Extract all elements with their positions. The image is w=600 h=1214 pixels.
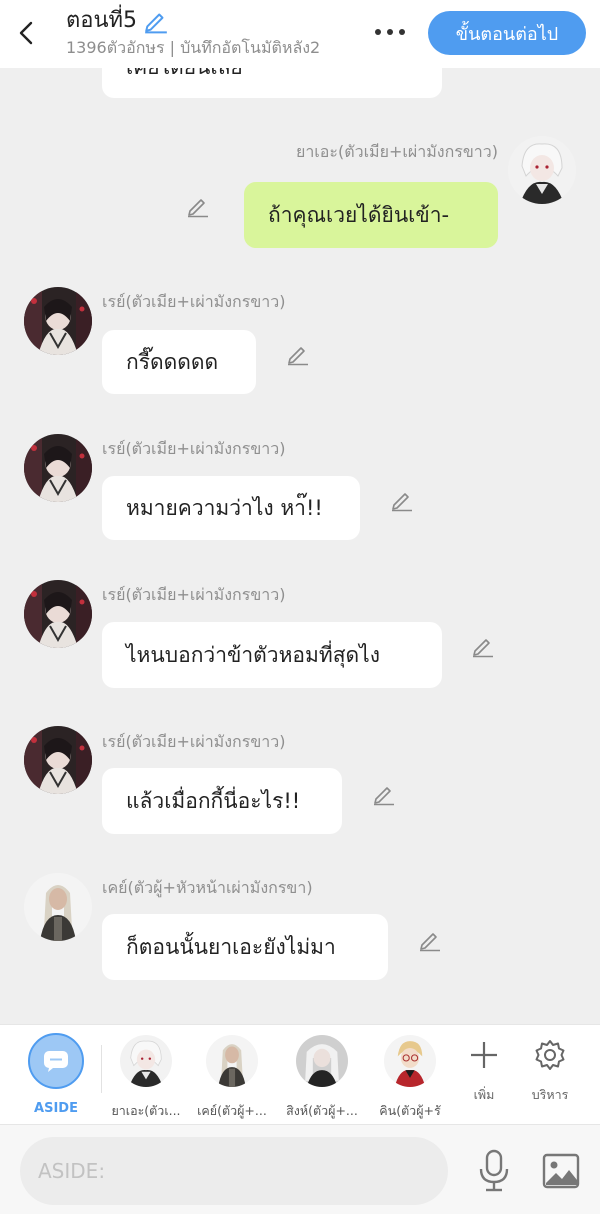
chat-area: เคยได้ยินเลย ยาเอะ(ตัวเมีย+เผ่ามังกรขาว)… <box>0 0 600 1024</box>
character-label: เคย์(ตัวผู้+... <box>197 1103 267 1118</box>
avatar <box>206 1035 258 1087</box>
character-label: ยาเอะ(ตัวเ... <box>111 1103 181 1118</box>
chevron-left-icon <box>19 21 33 45</box>
plus-icon <box>471 1042 497 1068</box>
character-kin[interactable]: คิน(ตัวผู้+รั <box>370 1035 450 1121</box>
microphone-icon[interactable] <box>476 1149 512 1193</box>
avatar[interactable] <box>24 873 92 941</box>
back-button[interactable] <box>14 16 38 50</box>
message-text: ก็ตอนนั้นยาเอะยังไม่มา <box>126 934 336 959</box>
avatar-image <box>24 726 92 794</box>
avatar[interactable] <box>24 287 92 355</box>
avatar-image <box>24 873 92 941</box>
episode-subtitle: 1396ตัวอักษร | บันทึกอัตโนมัติหลัง2 <box>66 38 321 57</box>
sender-name: เรย์(ตัวเมีย+เผ่ามังกรขาว) <box>102 585 286 604</box>
dot-icon <box>375 29 381 35</box>
edit-pencil-icon[interactable] <box>390 488 414 512</box>
character-kay[interactable]: เคย์(ตัวผู้+... <box>192 1035 272 1121</box>
avatar[interactable] <box>24 726 92 794</box>
divider <box>101 1045 102 1093</box>
episode-title-row[interactable]: ตอนที่5 <box>66 6 320 36</box>
avatar <box>384 1035 436 1087</box>
add-label: เพิ่ม <box>473 1087 495 1102</box>
aside-label: ASIDE <box>34 1101 78 1116</box>
dot-icon <box>399 29 405 35</box>
character-label: คิน(ตัวผู้+รั <box>379 1103 441 1118</box>
avatar-image <box>24 434 92 502</box>
avatar-image <box>206 1035 258 1087</box>
avatar-image <box>296 1035 348 1087</box>
dot-icon <box>387 29 393 35</box>
message-bubble[interactable]: แล้วเมื่อกกี้นี่อะไร!! <box>102 768 342 834</box>
image-icon[interactable] <box>542 1153 580 1189</box>
title-block: ตอนที่5 1396ตัวอักษร | บันทึกอัตโนมัติหล… <box>66 6 320 59</box>
message-bubble[interactable]: กรี๊ดดดดด <box>102 330 256 394</box>
message-bubble-own[interactable]: ถ้าคุณเวยได้ยินเข้า- <box>244 182 498 248</box>
avatar-image <box>120 1035 172 1087</box>
sender-name: เรย์(ตัวเมีย+เผ่ามังกรขาว) <box>102 292 286 311</box>
avatar-image <box>24 580 92 648</box>
message-text: หมายความว่าไง หา๊!! <box>126 495 323 520</box>
message-text: ไหนบอกว่าข้าตัวหอมที่สุดไง <box>126 642 380 667</box>
episode-title: ตอนที่5 <box>66 8 138 33</box>
sender-name: เรย์(ตัวเมีย+เผ่ามังกรขาว) <box>102 732 286 751</box>
edit-pencil-icon[interactable] <box>471 634 495 658</box>
avatar <box>296 1035 348 1087</box>
message-input[interactable] <box>20 1137 448 1205</box>
aside-circle <box>28 1033 84 1089</box>
manage-label: บริหาร <box>531 1087 569 1102</box>
message-text: แล้วเมื่อกกี้นี่อะไร!! <box>126 788 301 813</box>
avatar[interactable] <box>508 136 576 204</box>
message-bubble[interactable]: ก็ตอนนั้นยาเอะยังไม่มา <box>102 914 388 980</box>
message-text: ถ้าคุณเวยได้ยินเข้า- <box>268 202 450 227</box>
add-character-button[interactable]: เพิ่ม <box>454 1039 514 1105</box>
avatar-image <box>24 287 92 355</box>
character-sing[interactable]: สิงห์(ตัวผู้+... <box>282 1035 362 1121</box>
sender-name: เคย์(ตัวผู้+หัวหน้าเผ่ามังกรขา) <box>102 878 313 897</box>
character-label: สิงห์(ตัวผู้+... <box>286 1103 358 1118</box>
next-step-button[interactable]: ขั้นตอนต่อไป <box>428 11 586 55</box>
sender-name: เรย์(ตัวเมีย+เผ่ามังกรขาว) <box>102 439 286 458</box>
aside-selector[interactable]: ASIDE <box>28 1033 84 1116</box>
avatar-image <box>508 136 576 204</box>
edit-pencil-icon[interactable] <box>286 342 310 366</box>
avatar <box>120 1035 172 1087</box>
top-bar: ตอนที่5 1396ตัวอักษร | บันทึกอัตโนมัติหล… <box>0 0 600 68</box>
speech-bubble-icon <box>44 1051 68 1072</box>
message-text: กรี๊ดดดดด <box>126 349 219 374</box>
manage-button[interactable]: บริหาร <box>520 1039 580 1105</box>
character-yae[interactable]: ยาเอะ(ตัวเ... <box>106 1035 186 1121</box>
edit-pencil-icon[interactable] <box>418 928 442 952</box>
composer-bar <box>0 1124 600 1214</box>
edit-pencil-icon[interactable] <box>372 782 396 806</box>
character-selector-bar: ASIDE ยาเอะ(ตัวเ... เคย์(ตัวผู้+... สิงห… <box>0 1024 600 1124</box>
avatar[interactable] <box>24 580 92 648</box>
gear-icon <box>535 1040 565 1070</box>
edit-title-pencil-icon[interactable] <box>143 8 169 34</box>
avatar[interactable] <box>24 434 92 502</box>
avatar-image <box>384 1035 436 1087</box>
message-bubble[interactable]: หมายความว่าไง หา๊!! <box>102 476 360 540</box>
sender-name: ยาเอะ(ตัวเมีย+เผ่ามังกรขาว) <box>295 142 498 161</box>
message-bubble[interactable]: ไหนบอกว่าข้าตัวหอมที่สุดไง <box>102 622 442 688</box>
edit-pencil-icon[interactable] <box>186 194 210 218</box>
more-options-button[interactable] <box>372 20 408 44</box>
